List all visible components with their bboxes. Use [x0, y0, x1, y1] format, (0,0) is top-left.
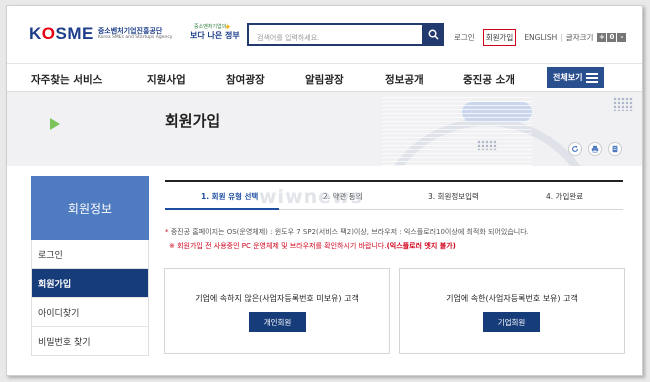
search-icon [428, 29, 439, 40]
browser-frame: KOSME 중소벤처기업진흥공단 Korea SMEs and Startups… [6, 5, 643, 376]
font-increase-button[interactable]: + [597, 33, 607, 42]
print-icon [591, 145, 599, 153]
join-link[interactable]: 회원가입 [482, 29, 517, 46]
government-slogan-logo: 중소벤처기업의 보다 나은 정부 ✦ [190, 23, 240, 40]
font-reset-button[interactable]: 0 [607, 33, 617, 42]
english-link[interactable]: ENGLISH [524, 33, 557, 42]
step-1: 1. 회원 유형 선택 [201, 192, 259, 201]
step-4: 4. 가입완료 [546, 192, 584, 201]
join-steps: 1. 회원 유형 선택 2. 약관 동의 3. 회원정보입력 4. 가입완료 [165, 180, 623, 210]
all-menu-button[interactable]: 전체보기 [547, 67, 604, 88]
corporate-card-title: 기업에 속한(사업자등록번호 보유) 고객 [446, 294, 578, 303]
active-step-indicator [165, 208, 279, 210]
sidebar-item-find-password[interactable]: 비밀번호 찾기 [32, 327, 148, 356]
search-input[interactable] [249, 28, 421, 48]
login-link[interactable]: 로그인 [454, 32, 475, 43]
sidebar-item-login[interactable]: 로그인 [32, 240, 148, 269]
logo-mark: KOSME [29, 24, 94, 43]
sidebar-item-find-id[interactable]: 아이디찾기 [32, 298, 148, 327]
page-banner: 회원가입 [7, 92, 642, 166]
nav-item-info-disclosure[interactable]: 정보공개 [385, 72, 424, 87]
font-decrease-button[interactable]: - [617, 33, 627, 42]
sidebar-menu: 로그인 회원가입 아이디찾기 비밀번호 찾기 [31, 240, 149, 356]
browser-warning: ※ 회원가입 전 사용중인 PC 운영체제 및 브라우저를 확인하시기 바랍니다… [169, 242, 456, 250]
corporate-member-button[interactable]: 기업회원 [483, 312, 540, 332]
play-triangle-icon [50, 118, 60, 130]
refresh-icon [572, 145, 578, 152]
font-size-label: 글자크기 [565, 33, 594, 42]
kosme-logo[interactable]: KOSME 중소벤처기업진흥공단 Korea SMEs and Startups… [29, 24, 172, 44]
logo-english-name: Korea SMEs and Startups Agency [97, 34, 173, 40]
search-button[interactable] [422, 23, 444, 46]
sidebar-title: 회원정보 [31, 176, 149, 240]
document-button[interactable] [608, 142, 622, 156]
hamburger-icon [586, 71, 599, 85]
logo-korean-name: 중소벤처기업진흥공단 [97, 26, 163, 35]
utility-menu: 로그인 회원가입 ENGLISH | 글자크기 + 0 - [454, 29, 627, 46]
refresh-button[interactable] [568, 142, 582, 156]
watermark: wiwnews [259, 186, 363, 208]
page-title: 회원가입 [165, 112, 221, 130]
individual-member-card: 기업에 속하지 않은(사업자등록번호 미보유) 고객 개인회원 [164, 268, 390, 354]
sidebar-item-join[interactable]: 회원가입 [32, 269, 148, 298]
individual-card-title: 기업에 속하지 않은(사업자등록번호 미보유) 고객 [195, 294, 359, 303]
main-nav: 자주찾는 서비스 지원사업 참여광장 알림광장 정보공개 중진공 소개 전체보기 [7, 63, 642, 92]
star-icon: ✦ [224, 23, 232, 33]
print-button[interactable] [588, 142, 602, 156]
nav-item-notices[interactable]: 알림광장 [305, 72, 344, 87]
search-box [247, 23, 444, 48]
step-3: 3. 회원정보입력 [428, 192, 479, 201]
individual-member-button[interactable]: 개인회원 [249, 312, 306, 332]
nav-item-about[interactable]: 중진공 소개 [463, 72, 515, 87]
nav-item-frequent-services[interactable]: 자주찾는 서비스 [31, 72, 102, 87]
all-menu-label: 전체보기 [553, 73, 583, 82]
document-icon [612, 145, 618, 153]
corporate-member-card: 기업에 속한(사업자등록번호 보유) 고객 기업회원 [399, 268, 625, 354]
nav-item-support-programs[interactable]: 지원사업 [147, 72, 186, 87]
nav-item-participation[interactable]: 참여광장 [226, 72, 265, 87]
os-notice: * 중진공 홈페이지는 OS(운영체제) : 윈도우 7 SP2(서비스 팩2)… [165, 228, 529, 236]
